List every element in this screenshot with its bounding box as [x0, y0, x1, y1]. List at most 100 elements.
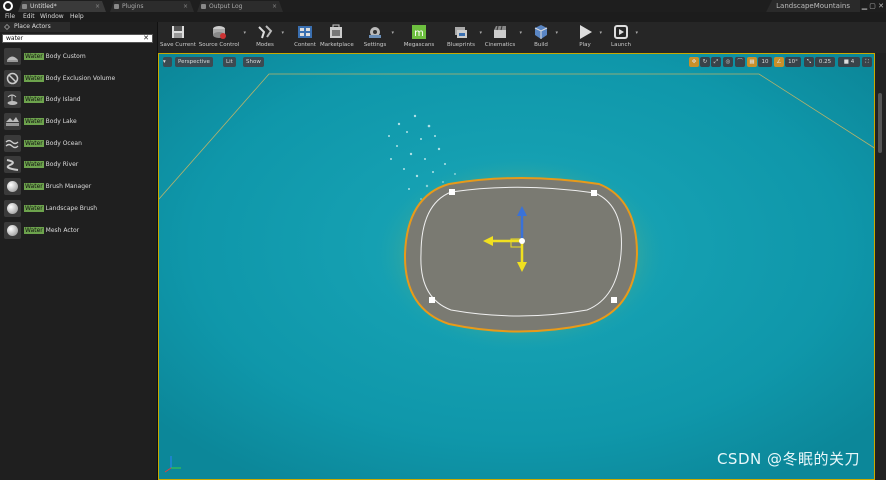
- close-icon[interactable]: ×: [183, 1, 188, 12]
- tab-untitled[interactable]: Untitled* ×: [18, 1, 106, 12]
- play-button[interactable]: Play ▾: [574, 22, 602, 53]
- search-highlight: Water: [24, 161, 44, 169]
- viewport-options-button[interactable]: ▾: [163, 57, 172, 67]
- close-icon[interactable]: ×: [272, 1, 277, 12]
- settings-icon: [369, 27, 381, 38]
- sphere-icon: [4, 199, 21, 217]
- grid-snap-icon[interactable]: ▦: [747, 57, 757, 67]
- exclusion-volume-icon: [4, 69, 21, 87]
- search-highlight: Water: [24, 118, 44, 126]
- cinematics-button[interactable]: Cinematics ▾: [484, 22, 522, 53]
- menu-help[interactable]: Help: [70, 12, 84, 22]
- place-actors-icon: [4, 24, 10, 30]
- chevron-down-icon[interactable]: ▾: [599, 30, 602, 36]
- sphere-icon: [4, 221, 21, 239]
- list-item[interactable]: Water Body Ocean: [0, 133, 157, 155]
- scale-mode-icon[interactable]: ⤢: [711, 57, 721, 67]
- item-label: Body Lake: [43, 118, 77, 126]
- source-control-button[interactable]: Source Control ▾: [198, 22, 246, 53]
- main-toolbar: Save Current Source Control ▾ Modes ▾ Co…: [158, 22, 886, 53]
- chevron-down-icon[interactable]: ▾: [555, 30, 558, 36]
- spline-point[interactable]: [611, 297, 617, 303]
- item-label: Body Ocean: [43, 139, 82, 147]
- rotate-mode-icon[interactable]: ↻: [700, 57, 710, 67]
- spline-point[interactable]: [429, 297, 435, 303]
- build-button[interactable]: Build ▾: [530, 22, 558, 53]
- tab-output-log-label: Output Log: [209, 3, 243, 10]
- scrollbar-thumb[interactable]: [878, 93, 882, 153]
- modes-button[interactable]: Modes ▾: [252, 22, 284, 53]
- chevron-down-icon[interactable]: ▾: [243, 30, 246, 36]
- grid-snap-value[interactable]: 10: [758, 57, 772, 67]
- menu-window[interactable]: Window: [40, 12, 64, 22]
- list-item[interactable]: Water Body Island: [0, 89, 157, 111]
- item-label: Body Island: [43, 96, 81, 104]
- spline-point[interactable]: [591, 190, 597, 196]
- list-item[interactable]: Water Body Exclusion Volume: [0, 68, 157, 90]
- spline-point[interactable]: [449, 189, 455, 195]
- item-label: Mesh Actor: [43, 226, 80, 234]
- sphere-icon: [4, 178, 21, 196]
- scale-snap-value[interactable]: 0.25: [815, 57, 835, 67]
- chevron-down-icon[interactable]: ▾: [391, 30, 394, 36]
- marketplace-button[interactable]: Marketplace: [320, 22, 354, 53]
- list-item[interactable]: Water Landscape Brush: [0, 198, 157, 220]
- translate-mode-icon[interactable]: ✥: [689, 57, 699, 67]
- place-actors-tab[interactable]: Place Actors: [0, 22, 70, 32]
- island-icon: [4, 91, 21, 109]
- scale-snap-icon[interactable]: ⤡: [804, 57, 814, 67]
- content-label: Content: [294, 42, 316, 48]
- rotation-snap-icon[interactable]: ∠: [774, 57, 784, 67]
- world-space-icon[interactable]: ◎: [723, 57, 733, 67]
- list-item[interactable]: Water Body Custom: [0, 46, 157, 68]
- svg-text:m: m: [414, 28, 424, 39]
- rotation-snap-value[interactable]: 10°: [785, 57, 801, 67]
- build-label: Build: [534, 42, 548, 48]
- show-button[interactable]: Show: [243, 57, 264, 67]
- menu-file[interactable]: File: [5, 12, 15, 22]
- list-item[interactable]: Water Body Lake: [0, 111, 157, 133]
- window-controls[interactable]: ▁ ▢ ✕: [862, 0, 884, 12]
- blueprints-icon: [455, 27, 467, 38]
- right-scrollbar[interactable]: [875, 53, 886, 480]
- close-icon[interactable]: ×: [95, 1, 100, 12]
- launch-label: Launch: [611, 42, 631, 48]
- settings-button[interactable]: Settings ▾: [362, 22, 394, 53]
- clear-search-icon[interactable]: ✕: [143, 34, 149, 42]
- water-body-custom-icon: [4, 48, 21, 65]
- launch-button[interactable]: Launch ▾: [610, 22, 638, 53]
- search-input[interactable]: water ✕: [2, 34, 153, 43]
- list-item[interactable]: Water Brush Manager: [0, 176, 157, 198]
- list-item[interactable]: Water Mesh Actor: [0, 220, 157, 242]
- modes-label: Modes: [256, 42, 274, 48]
- item-label: Body Custom: [43, 53, 86, 60]
- camera-speed-button[interactable]: ■ 4: [838, 57, 860, 67]
- search-highlight: Water: [24, 204, 44, 212]
- tab-plugins[interactable]: Plugins ×: [110, 1, 194, 12]
- chevron-down-icon[interactable]: ▾: [281, 30, 284, 36]
- megascans-icon: m: [412, 25, 426, 39]
- tab-output-log[interactable]: Output Log ×: [197, 1, 283, 12]
- place-actors-panel: Place Actors water ✕ Water Body Custom W…: [0, 22, 158, 480]
- blueprints-button[interactable]: Blueprints ▾: [446, 22, 482, 53]
- blueprints-label: Blueprints: [447, 42, 475, 48]
- unreal-logo-icon: [3, 1, 13, 11]
- level-viewport[interactable]: ▾ Perspective Lit Show ✥ ↻ ⤢ ◎ ⌒ ▦ 10 ∠ …: [158, 53, 875, 480]
- content-button[interactable]: Content: [292, 22, 318, 53]
- megascans-button[interactable]: m Megascans: [402, 22, 436, 53]
- chevron-down-icon[interactable]: ▾: [635, 30, 638, 36]
- search-highlight: Water: [24, 139, 44, 147]
- list-item[interactable]: Water Body River: [0, 154, 157, 176]
- chevron-down-icon[interactable]: ▾: [479, 30, 482, 36]
- camera-speed-value: 4: [850, 59, 855, 65]
- search-highlight: Water: [24, 74, 44, 82]
- surface-snap-icon[interactable]: ⌒: [735, 57, 745, 67]
- perspective-button[interactable]: Perspective: [175, 57, 213, 67]
- menu-edit[interactable]: Edit: [23, 12, 35, 22]
- viewport-scene[interactable]: [159, 54, 875, 480]
- maximize-viewport-icon[interactable]: ⛶: [862, 57, 872, 67]
- lit-button[interactable]: Lit: [223, 57, 236, 67]
- menu-bar: File Edit Window Help: [0, 12, 886, 22]
- chevron-down-icon[interactable]: ▾: [519, 30, 522, 36]
- save-current-button[interactable]: Save Current: [160, 22, 196, 53]
